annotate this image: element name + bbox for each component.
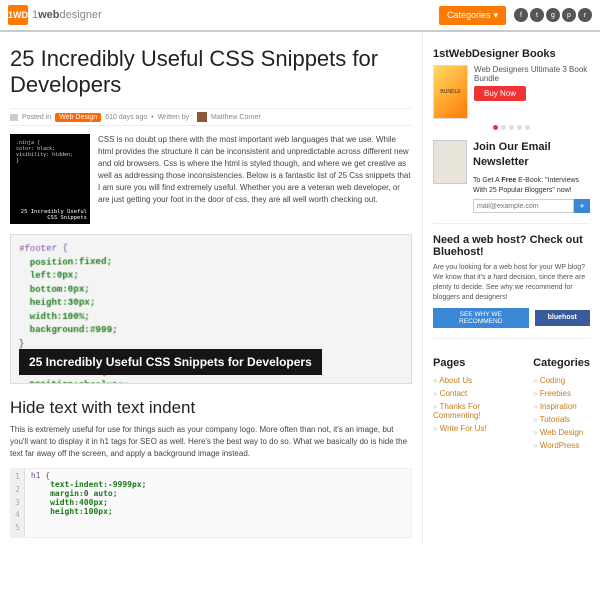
- pages-heading: Pages: [433, 357, 515, 369]
- hero-image: #footer { position:fixed; left:0px; bott…: [10, 234, 412, 384]
- buy-now-button[interactable]: Buy Now: [474, 86, 526, 101]
- ninja-thumbnail: .ninja { color: black; visibility: hidde…: [10, 134, 90, 224]
- dot-3[interactable]: [509, 125, 514, 130]
- top-bar: 1WD 1webdesigner Categories ▾ f t g p r: [0, 0, 600, 32]
- author-link[interactable]: Matthew Corner: [211, 114, 261, 121]
- newsletter-heading: Join Our Email Newsletter: [473, 140, 590, 171]
- newsletter-block: Join Our Email Newsletter To Get A Free …: [433, 140, 590, 224]
- thumbnail-caption: 25 Incredibly Useful CSS Snippets: [12, 208, 88, 222]
- article-title: 25 Incredibly Useful CSS Snippets for De…: [10, 46, 412, 98]
- social-icons: f t g p r: [514, 8, 592, 22]
- dot-5[interactable]: [525, 125, 530, 130]
- dot-2[interactable]: [501, 125, 506, 130]
- pinterest-icon[interactable]: p: [562, 8, 576, 22]
- categories-list: Coding Freebies Inspiration Tutorials We…: [533, 374, 590, 452]
- section-heading: Hide text with text indent: [10, 398, 412, 418]
- subscribe-button[interactable]: +: [574, 199, 590, 213]
- pages-list: About Us Contact Thanks For Commenting! …: [433, 374, 515, 435]
- chevron-down-icon: ▾: [493, 10, 498, 21]
- logo-mark: 1WD: [8, 5, 28, 25]
- category-link[interactable]: Freebies: [533, 387, 590, 400]
- page-link[interactable]: About Us: [433, 374, 515, 387]
- sidebar-lists: Pages About Us Contact Thanks For Commen…: [433, 349, 590, 452]
- host-heading: Need a web host? Check out Bluehost!: [433, 234, 590, 258]
- books-heading: 1stWebDesigner Books: [433, 48, 590, 60]
- dot-4[interactable]: [517, 125, 522, 130]
- book-title: Web Designers Ultimate 3 Book Bundle: [474, 65, 590, 83]
- site-logo[interactable]: 1WD 1webdesigner: [8, 5, 102, 25]
- page-link[interactable]: Contact: [433, 387, 515, 400]
- page: 25 Incredibly Useful CSS Snippets for De…: [0, 32, 600, 546]
- written-by-label: Written by :: [158, 114, 193, 121]
- category-link[interactable]: Tutorials: [533, 413, 590, 426]
- carousel-dots: [433, 125, 590, 130]
- top-right: Categories ▾ f t g p r: [439, 6, 592, 25]
- book-info: Web Designers Ultimate 3 Book Bundle Buy…: [474, 65, 590, 119]
- bluehost-logo[interactable]: bluehost: [535, 310, 591, 326]
- category-link[interactable]: Inspiration: [533, 400, 590, 413]
- intro-block: .ninja { color: black; visibility: hidde…: [10, 134, 412, 224]
- book-cover[interactable]: BUNDLE: [433, 65, 468, 119]
- logo-text: 1webdesigner: [32, 9, 102, 21]
- posted-in-label: Posted in: [22, 114, 51, 121]
- host-cta-button[interactable]: SEE WHY WE RECOMMEND: [433, 308, 529, 328]
- host-body: Are you looking for a web host for your …: [433, 263, 590, 302]
- sidebar: 1stWebDesigner Books BUNDLE Web Designer…: [422, 32, 600, 546]
- dot-1[interactable]: [493, 125, 498, 130]
- section-paragraph: This is extremely useful for use for thi…: [10, 424, 412, 460]
- host-block: Need a web host? Check out Bluehost! Are…: [433, 234, 590, 338]
- newsletter-body: To Get A Free E-Book: "Interviews With 2…: [473, 176, 590, 196]
- category-link[interactable]: Web Design: [55, 113, 101, 122]
- page-link[interactable]: Write For Us!: [433, 422, 515, 435]
- newsletter-form: +: [473, 199, 590, 213]
- post-age: 610 days ago: [105, 114, 147, 121]
- line-gutter: 12345: [11, 469, 25, 537]
- rss-icon[interactable]: r: [578, 8, 592, 22]
- twitter-icon[interactable]: t: [530, 8, 544, 22]
- category-link[interactable]: WordPress: [533, 439, 590, 452]
- email-input[interactable]: [473, 199, 574, 213]
- folder-icon: [10, 114, 18, 121]
- snippet-code: h1 { text-indent:-9999px; margin:0 auto;…: [25, 469, 153, 537]
- hero-caption: 25 Incredibly Useful CSS Snippets for De…: [19, 349, 322, 375]
- categories-label: Categories: [447, 10, 491, 20]
- page-link[interactable]: Thanks For Commenting!: [433, 400, 515, 422]
- intro-paragraph: CSS is no doubt up there with the most i…: [98, 134, 412, 224]
- google-icon[interactable]: g: [546, 8, 560, 22]
- categories-heading: Categories: [533, 357, 590, 369]
- article-meta: Posted in Web Design 610 days ago • Writ…: [10, 108, 412, 126]
- code-snippet: 12345 h1 { text-indent:-9999px; margin:0…: [10, 468, 412, 538]
- books-block: BUNDLE Web Designers Ultimate 3 Book Bun…: [433, 65, 590, 119]
- author-avatar: [197, 112, 207, 122]
- main-content: 25 Incredibly Useful CSS Snippets for De…: [0, 32, 422, 546]
- category-link[interactable]: Web Design: [533, 426, 590, 439]
- facebook-icon[interactable]: f: [514, 8, 528, 22]
- categories-button[interactable]: Categories ▾: [439, 6, 506, 25]
- category-link[interactable]: Coding: [533, 374, 590, 387]
- ebook-cover: [433, 140, 467, 184]
